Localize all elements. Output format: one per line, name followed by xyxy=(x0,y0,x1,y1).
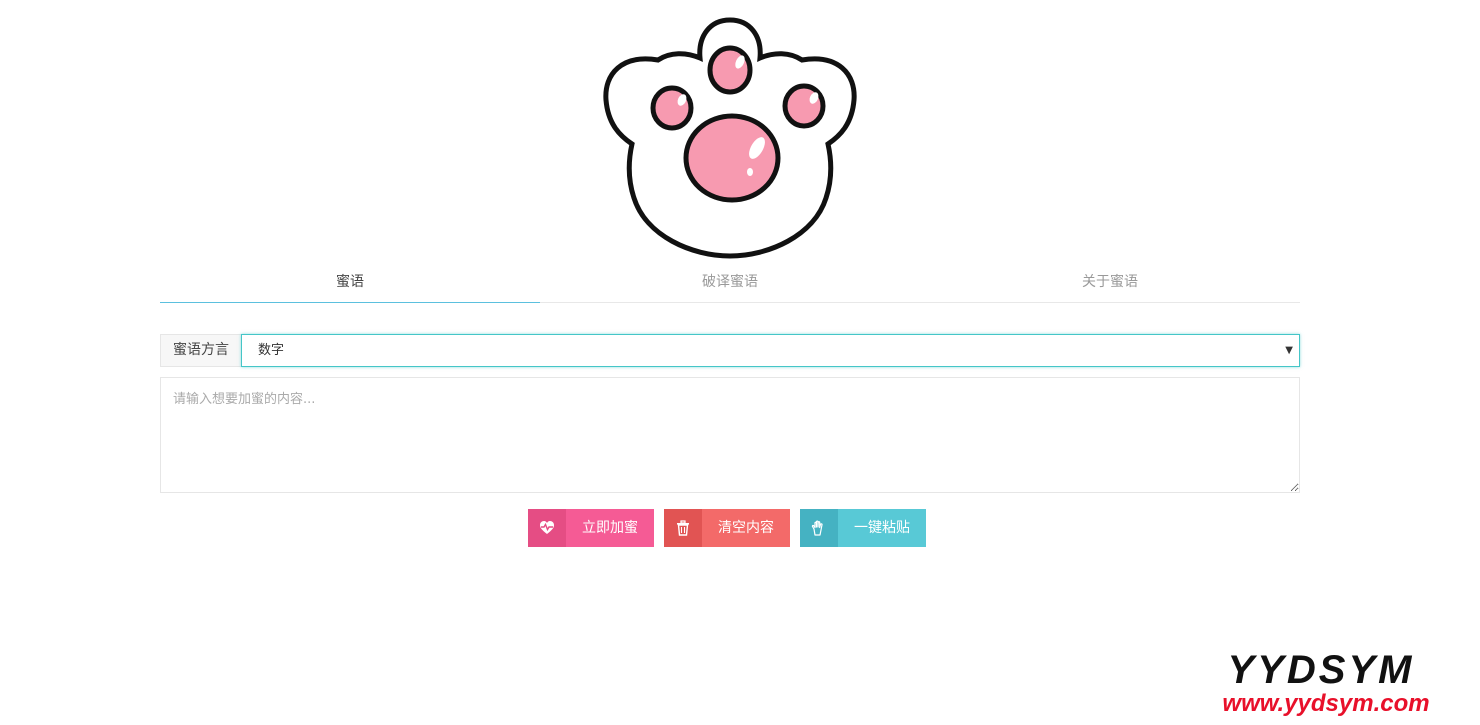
dialect-label: 蜜语方言 xyxy=(160,334,241,367)
encrypt-button-label: 立即加蜜 xyxy=(566,509,654,547)
dialect-row: 蜜语方言 数字 ▼ xyxy=(160,334,1300,367)
caret-down-icon: ▼ xyxy=(1285,345,1293,356)
tab-bar: 蜜语 破译蜜语 关于蜜语 xyxy=(160,262,1300,303)
content-input[interactable] xyxy=(160,377,1300,493)
watermark-brand: YYDSYM xyxy=(1228,649,1415,692)
dialect-select[interactable]: 数字 ▼ xyxy=(241,334,1300,367)
clear-button[interactable]: 清空内容 xyxy=(664,509,790,547)
tab-decrypt[interactable]: 破译蜜语 xyxy=(540,262,920,302)
page: 蜜语 破译蜜语 关于蜜语 蜜语方言 数字 ▼ 立即加蜜 xyxy=(0,0,1480,725)
encrypt-button[interactable]: 立即加蜜 xyxy=(528,509,654,547)
dialect-selected-value: 数字 xyxy=(258,343,285,358)
hand-icon xyxy=(800,509,838,547)
paw-logo-icon xyxy=(603,17,857,259)
clear-button-label: 清空内容 xyxy=(702,509,790,547)
watermark-url: www.yydsym.com xyxy=(1222,690,1429,717)
paste-button[interactable]: 一键粘贴 xyxy=(800,509,926,547)
heart-pulse-icon xyxy=(528,509,566,547)
tab-encrypt[interactable]: 蜜语 xyxy=(160,262,540,303)
watermark-logo: YYDSYM www.yydsym.com xyxy=(1222,649,1429,717)
action-buttons: 立即加蜜 清空内容 一键粘贴 xyxy=(528,509,926,547)
tab-about[interactable]: 关于蜜语 xyxy=(920,262,1300,302)
trash-icon xyxy=(664,509,702,547)
paste-button-label: 一键粘贴 xyxy=(838,509,926,547)
